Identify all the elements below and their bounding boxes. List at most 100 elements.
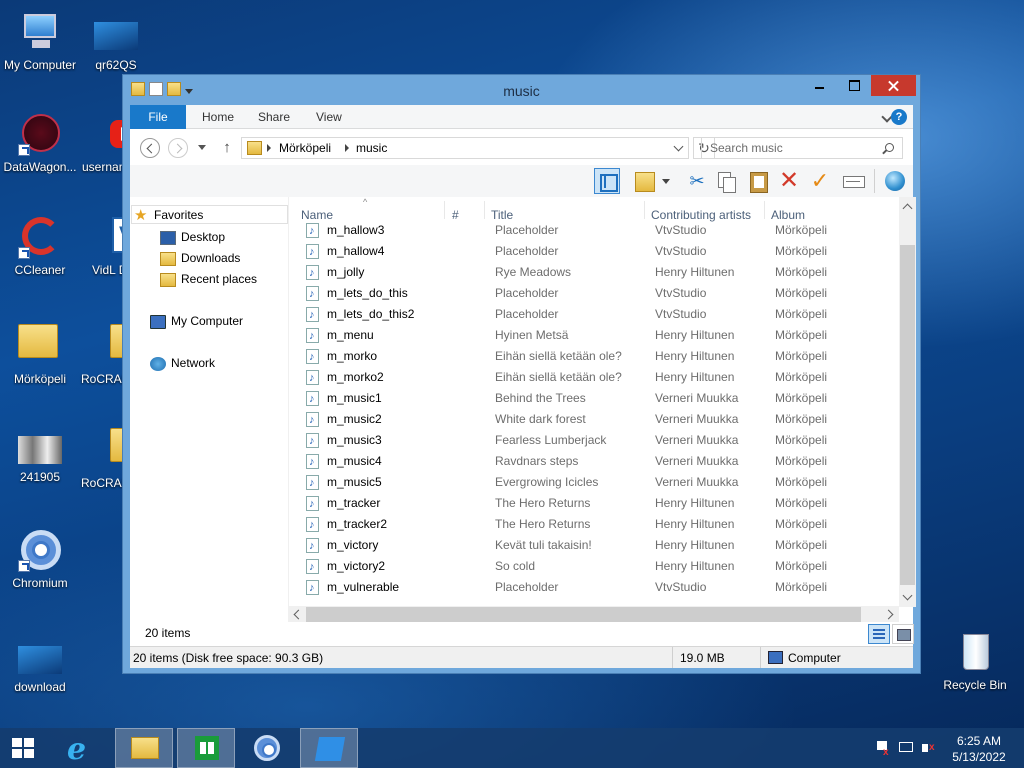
taskbar-file-explorer[interactable] bbox=[115, 728, 173, 768]
vertical-scrollbar[interactable] bbox=[899, 197, 916, 607]
desktop-icon-morkopeli[interactable]: Mörköpeli bbox=[0, 318, 80, 386]
volume-muted-icon[interactable]: x bbox=[921, 740, 937, 756]
tab-file[interactable]: File bbox=[130, 105, 186, 129]
nav-downloads[interactable]: Downloads bbox=[160, 249, 240, 268]
nav-desktop[interactable]: Desktop bbox=[160, 228, 225, 247]
network-status-icon[interactable] bbox=[898, 740, 914, 756]
breadcrumb-music[interactable]: music bbox=[356, 141, 387, 155]
music-file-icon bbox=[306, 557, 319, 578]
file-row[interactable]: m_lets_do_this2 Placeholder VtvStudio Mörkö… bbox=[289, 304, 879, 326]
nav-network[interactable]: Network bbox=[150, 354, 215, 373]
file-row[interactable]: m_victory2 So cold Henry Hiltunen Mörköpeli bbox=[289, 556, 879, 578]
desktop-icon-ccleaner[interactable]: CCleaner bbox=[0, 215, 80, 277]
file-row[interactable]: m_vulnerable Placeholder VtvStudio Mörköpel… bbox=[289, 577, 879, 599]
nav-favorites[interactable]: ★ Favorites bbox=[131, 205, 288, 224]
close-button[interactable] bbox=[871, 75, 916, 96]
taskbar-chromium[interactable] bbox=[238, 728, 296, 768]
column-divider[interactable] bbox=[764, 201, 765, 219]
file-row[interactable]: m_menu Hyinen Metsä Henry Hiltunen Mörköpel… bbox=[289, 325, 879, 347]
file-row[interactable]: m_music5 Evergrowing Icicles Verneri Muukk… bbox=[289, 472, 879, 494]
forward-button[interactable] bbox=[168, 138, 188, 158]
column-divider[interactable] bbox=[644, 201, 645, 219]
breadcrumb-morkopeli[interactable]: Mörköpeli bbox=[279, 141, 331, 155]
address-bar[interactable]: Mörköpeli music bbox=[241, 137, 689, 159]
file-row[interactable]: m_morko Eihän siellä ketään ole? Henry Hil… bbox=[289, 346, 879, 368]
properties-button[interactable] bbox=[632, 168, 670, 194]
tab-view[interactable]: View bbox=[302, 105, 356, 129]
taskbar-app[interactable] bbox=[300, 728, 358, 768]
large-icons-view-button[interactable] bbox=[892, 624, 914, 644]
scrollbar-thumb[interactable] bbox=[306, 607, 861, 622]
chevron-down-icon[interactable] bbox=[673, 141, 684, 152]
column-divider[interactable] bbox=[444, 201, 445, 219]
file-row[interactable]: m_tracker2 The Hero Returns Henry Hiltunen… bbox=[289, 514, 879, 536]
desktop-icon-qr62qs[interactable]: qr62QS bbox=[76, 10, 156, 72]
breadcrumb-separator-icon[interactable] bbox=[267, 144, 271, 152]
clock-date: 5/13/2022 bbox=[952, 750, 1006, 764]
copy-button[interactable] bbox=[713, 168, 739, 194]
file-row[interactable]: m_hallow4 Placeholder VtvStudio Mörköpeli bbox=[289, 241, 879, 263]
up-arrow-icon[interactable]: ↑ bbox=[220, 139, 234, 157]
file-title: Eihän siellä ketään ole? bbox=[495, 370, 622, 384]
file-title: Placeholder bbox=[495, 307, 559, 321]
taskbar-internet-explorer[interactable]: e bbox=[50, 728, 108, 768]
file-row[interactable]: m_music1 Behind the Trees Verneri Muukka Mö… bbox=[289, 388, 879, 410]
file-row[interactable]: m_music3 Fearless Lumberjack Verneri Muukk… bbox=[289, 430, 879, 452]
file-row[interactable]: m_jolly Rye Meadows Henry Hiltunen Mörköpel… bbox=[289, 262, 879, 284]
recent-locations-icon[interactable] bbox=[198, 145, 206, 150]
scroll-up-icon[interactable] bbox=[902, 203, 913, 214]
desktop-icon-my-computer[interactable]: My Computer bbox=[0, 10, 80, 72]
delete-button[interactable]: ✕ bbox=[776, 168, 802, 194]
scroll-right-icon[interactable] bbox=[883, 609, 894, 620]
status-divider bbox=[672, 647, 673, 668]
action-center-flag-icon[interactable]: x bbox=[875, 740, 891, 758]
scrollbar-thumb[interactable] bbox=[900, 245, 915, 585]
file-row[interactable]: m_music4 Ravdnars steps Verneri Muukka Mörk… bbox=[289, 451, 879, 473]
scroll-down-icon[interactable] bbox=[902, 590, 913, 601]
desktop-icon-chromium[interactable]: Chromium bbox=[0, 528, 80, 590]
folder-icon bbox=[18, 324, 62, 368]
checkmark-button[interactable]: ✓ bbox=[807, 168, 833, 194]
desktop-icon-download[interactable]: download bbox=[0, 632, 80, 694]
system-clock[interactable]: 6:25 AM 5/13/2022 bbox=[945, 733, 1013, 765]
paste-button[interactable] bbox=[745, 168, 771, 194]
column-divider[interactable] bbox=[484, 201, 485, 219]
taskbar-store[interactable] bbox=[177, 728, 235, 768]
music-file-icon bbox=[306, 431, 319, 452]
minimize-button[interactable] bbox=[806, 75, 833, 96]
help-button[interactable]: ? bbox=[891, 109, 907, 125]
nav-my-computer[interactable]: My Computer bbox=[150, 312, 243, 331]
tab-share[interactable]: Share bbox=[244, 105, 304, 129]
breadcrumb-separator-icon[interactable] bbox=[345, 144, 349, 152]
file-name: m_menu bbox=[327, 328, 374, 342]
music-file-icon bbox=[306, 494, 319, 515]
file-row[interactable]: m_victory Kevät tuli takaisin! Henry Hiltu… bbox=[289, 535, 879, 557]
desktop-icon-label: Recycle Bin bbox=[943, 678, 1007, 692]
file-row[interactable]: m_lets_do_this Placeholder VtvStudio Mörköp… bbox=[289, 283, 879, 305]
globe-button[interactable] bbox=[882, 168, 908, 194]
app-icon bbox=[314, 737, 346, 761]
scroll-left-icon[interactable] bbox=[293, 609, 304, 620]
desktop-icon-241905[interactable]: 241905 bbox=[0, 422, 80, 484]
nav-recent-places[interactable]: Recent places bbox=[160, 270, 257, 289]
file-row[interactable]: m_hallow3 Placeholder VtvStudio Mörköpeli bbox=[289, 220, 879, 242]
cut-button[interactable]: ✂ bbox=[684, 168, 710, 194]
chromium-icon bbox=[18, 528, 62, 572]
start-button[interactable] bbox=[0, 728, 48, 768]
file-row[interactable]: m_tracker The Hero Returns Henry Hiltunen M… bbox=[289, 493, 879, 515]
file-row[interactable]: m_music2 White dark forest Verneri Muukka M… bbox=[289, 409, 879, 431]
details-view-button[interactable] bbox=[868, 624, 890, 644]
window-title: music bbox=[503, 83, 540, 99]
desktop-icon-label: DataWagon... bbox=[3, 160, 77, 174]
desktop-icon-datawagon[interactable]: DataWagon... bbox=[0, 112, 80, 174]
horizontal-scrollbar[interactable] bbox=[288, 606, 899, 623]
preview-pane-button[interactable] bbox=[594, 168, 620, 194]
file-row[interactable]: m_morko2 Eihän siellä ketään ole? Henry Hi… bbox=[289, 367, 879, 389]
tab-home[interactable]: Home bbox=[188, 105, 248, 129]
back-button[interactable] bbox=[140, 138, 160, 158]
search-input[interactable]: Search music bbox=[701, 137, 903, 159]
maximize-button[interactable] bbox=[841, 75, 868, 96]
title-bar[interactable]: music bbox=[123, 75, 920, 105]
rename-button[interactable] bbox=[840, 168, 866, 194]
desktop-icon-recycle-bin[interactable]: Recycle Bin bbox=[935, 630, 1015, 692]
